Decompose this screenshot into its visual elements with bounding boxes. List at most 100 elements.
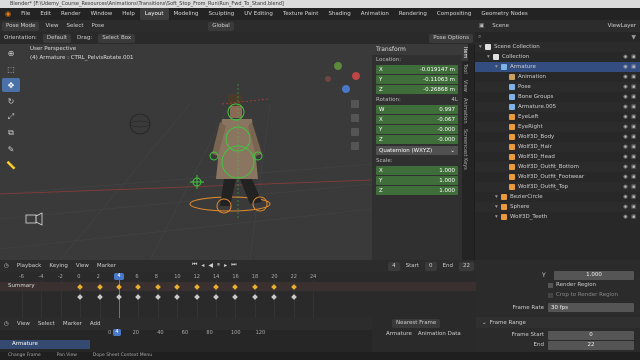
menu-help[interactable]: Help [117, 8, 140, 20]
filter-icon[interactable]: ▼ [631, 34, 640, 41]
outliner-item[interactable]: Armature.005 ◉ ▣ [475, 102, 640, 112]
keyframe[interactable] [174, 294, 181, 300]
keyframe[interactable] [135, 294, 142, 300]
outliner-item[interactable]: ▾ Wolf3D_Teeth ◉ ▣ [475, 212, 640, 222]
outliner-item[interactable]: Wolf3D_Head ◉ ▣ [475, 152, 640, 162]
armature-channel[interactable]: Armature [0, 340, 90, 349]
search-icon[interactable]: ⌕ [478, 33, 481, 41]
rotation-mode-dropdown[interactable]: Quaternion (WXYZ) ⌄ [376, 146, 458, 155]
keyframe[interactable] [96, 294, 103, 300]
menu-edit[interactable]: Edit [35, 8, 56, 20]
visibility-icon[interactable]: ◉ ▣ [623, 104, 640, 110]
select-menu[interactable]: Select [63, 20, 88, 32]
outliner-item[interactable]: Wolf3D_Outfit_Footwear ◉ ▣ [475, 172, 640, 182]
measure-icon[interactable]: 📏 [2, 158, 20, 172]
keyframe[interactable] [96, 284, 103, 290]
rotate-icon[interactable]: ↻ [2, 94, 20, 108]
visibility-icon[interactable]: ◉ ▣ [623, 154, 640, 160]
tab-shading[interactable]: Shading [323, 8, 355, 20]
keyframe[interactable] [271, 284, 278, 290]
keyframe[interactable] [193, 294, 200, 300]
render-region-checkbox[interactable] [548, 282, 553, 288]
tab-animation[interactable]: Animation [356, 8, 394, 20]
outliner-item[interactable]: EyeLeft ◉ ▣ [475, 112, 640, 122]
keyframe[interactable] [135, 284, 142, 290]
scale-x-field[interactable]: X 1.000 [376, 166, 458, 175]
sidebar-tab-screencast-keys[interactable]: Screencast Keys [462, 126, 468, 173]
crop-checkbox[interactable] [548, 292, 553, 298]
keyframe[interactable] [77, 294, 84, 300]
keyframe[interactable] [290, 294, 297, 300]
visibility-icon[interactable]: ◉ ▣ [623, 194, 640, 200]
outliner-item[interactable]: Wolf3D_Hair ◉ ▣ [475, 142, 640, 152]
blender-logo-icon[interactable]: ◉ [0, 8, 16, 20]
3d-viewport[interactable]: User Perspective (4) Armature : CTRL_Pel… [0, 44, 372, 260]
orientation-dropdown[interactable]: Default [42, 33, 72, 43]
outliner-item[interactable]: ▾ BezierCircle ◉ ▣ [475, 192, 640, 202]
visibility-icon[interactable]: ◉ ▣ [623, 184, 640, 190]
outliner-item[interactable]: ▾ Sphere ◉ ▣ [475, 202, 640, 212]
rotation-w-field[interactable]: W 0.997 [376, 105, 458, 114]
scale-z-field[interactable]: Z 1.000 [376, 186, 458, 195]
select-box-icon[interactable]: ⬚ [2, 62, 20, 76]
view-menu[interactable]: View [41, 20, 62, 32]
menu-file[interactable]: File [16, 8, 35, 20]
viewlayer-selector[interactable]: ViewLayer [604, 20, 640, 32]
visibility-icon[interactable]: ◉ ▣ [623, 134, 640, 140]
sidebar-tab-view[interactable]: View [462, 77, 468, 95]
outliner-item[interactable]: ▾ Collection ◉ ▣ [475, 52, 640, 62]
visibility-icon[interactable]: ◉ ▣ [623, 54, 640, 60]
menu-render[interactable]: Render [56, 8, 86, 20]
visibility-icon[interactable]: ◉ ▣ [623, 114, 640, 120]
channel-animation-data[interactable]: Animation Data [418, 331, 461, 337]
snap-mode-dropdown[interactable]: Nearest Frame [392, 319, 441, 328]
outliner-item[interactable]: ▾ Scene Collection [475, 42, 640, 52]
sidebar-tab-tool[interactable]: Tool [462, 61, 468, 77]
frame-end-field[interactable]: 22 [548, 340, 634, 350]
scale-y-field[interactable]: Y 1.000 [376, 176, 458, 185]
keyframe[interactable] [251, 284, 258, 290]
rotation-y-field[interactable]: Y -0.000 [376, 125, 458, 134]
keyframe[interactable] [174, 284, 181, 290]
keyframe[interactable] [232, 284, 239, 290]
drag-dropdown[interactable]: Select Box [98, 33, 136, 43]
orientation-global-dropdown[interactable]: Global [208, 21, 234, 31]
transform-icon[interactable]: ⧉ [2, 126, 20, 140]
keyframe[interactable] [154, 294, 161, 300]
sidebar-tab-animation[interactable]: Animation [462, 95, 468, 127]
visibility-icon[interactable]: ◉ ▣ [623, 94, 640, 100]
tab-texture-paint[interactable]: Texture Paint [278, 8, 324, 20]
location-z-field[interactable]: Z -0.26868 m [376, 85, 458, 94]
outliner-item[interactable]: Pose ◉ ▣ [475, 82, 640, 92]
outliner-item[interactable]: Wolf3D_Body ◉ ▣ [475, 132, 640, 142]
keyframe[interactable] [116, 294, 122, 300]
keyframe[interactable] [232, 294, 239, 300]
annotate-icon[interactable]: ✎ [2, 142, 20, 156]
rotation-z-field[interactable]: Z -0.000 [376, 135, 458, 144]
frame-range-panel[interactable]: ⌄ Frame Range [476, 317, 640, 328]
outliner-item[interactable]: Wolf3D_Outfit_Bottom ◉ ▣ [475, 162, 640, 172]
rotation-x-field[interactable]: X -0.067 [376, 115, 458, 124]
tab-geometry-nodes[interactable]: Geometry Nodes [476, 8, 532, 20]
channel-armature[interactable]: Armature [386, 331, 412, 337]
visibility-icon[interactable]: ◉ ▣ [623, 74, 640, 80]
tab-rendering[interactable]: Rendering [394, 8, 432, 20]
tab-compositing[interactable]: Compositing [432, 8, 476, 20]
cursor-icon[interactable]: ⊕ [2, 46, 20, 60]
tab-sculpting[interactable]: Sculpting [204, 8, 240, 20]
location-y-field[interactable]: Y -0.11063 m [376, 75, 458, 84]
visibility-icon[interactable]: ◉ ▣ [623, 204, 640, 210]
keyframe[interactable] [213, 294, 219, 300]
keyframe[interactable] [193, 284, 200, 290]
move-icon[interactable]: ✥ [2, 78, 20, 92]
frame-rate-dropdown[interactable]: 30 fps [548, 303, 634, 312]
transform-panel-title[interactable]: Transform [372, 44, 462, 55]
visibility-icon[interactable]: ◉ ▣ [623, 144, 640, 150]
visibility-icon[interactable]: ◉ ▣ [623, 84, 640, 90]
scale-icon[interactable]: ⤢ [2, 110, 20, 124]
visibility-icon[interactable]: ◉ ▣ [623, 64, 640, 70]
scene-icon[interactable]: ▣ [475, 20, 488, 32]
tab-uv-editing[interactable]: UV Editing [239, 8, 278, 20]
keyframe[interactable] [154, 284, 161, 290]
keyframe[interactable] [213, 284, 219, 290]
